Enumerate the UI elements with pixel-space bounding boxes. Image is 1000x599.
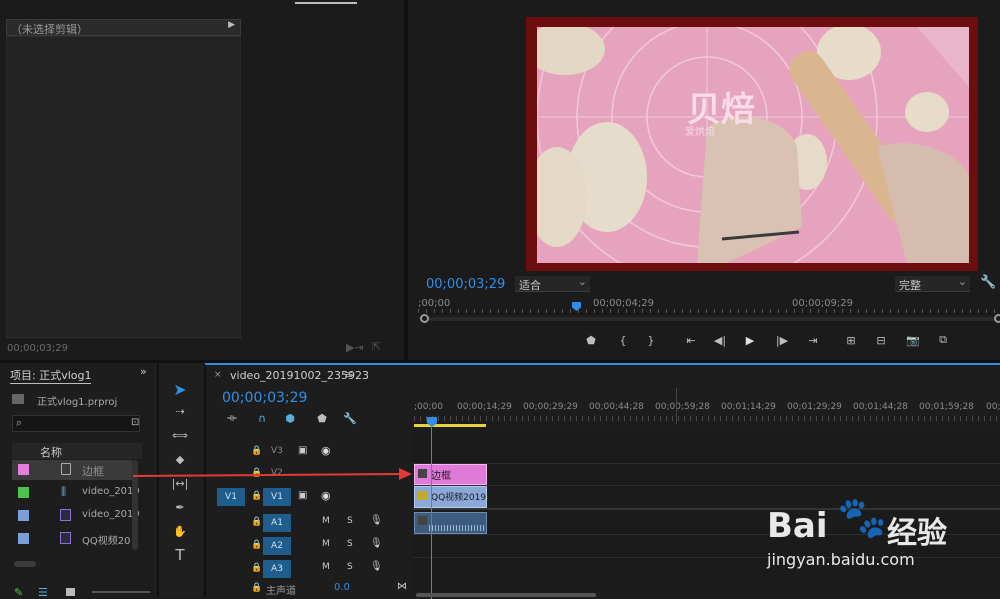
watermark-brand: Bai bbox=[767, 506, 828, 546]
watermark-url: jingyan.baidu.com bbox=[767, 550, 915, 569]
watermark-brand2: 经验 bbox=[887, 516, 947, 551]
paw-icon: 🐾 bbox=[837, 495, 887, 541]
baidu-watermark: Bai 🐾 经验 jingyan.baidu.com bbox=[765, 486, 995, 576]
